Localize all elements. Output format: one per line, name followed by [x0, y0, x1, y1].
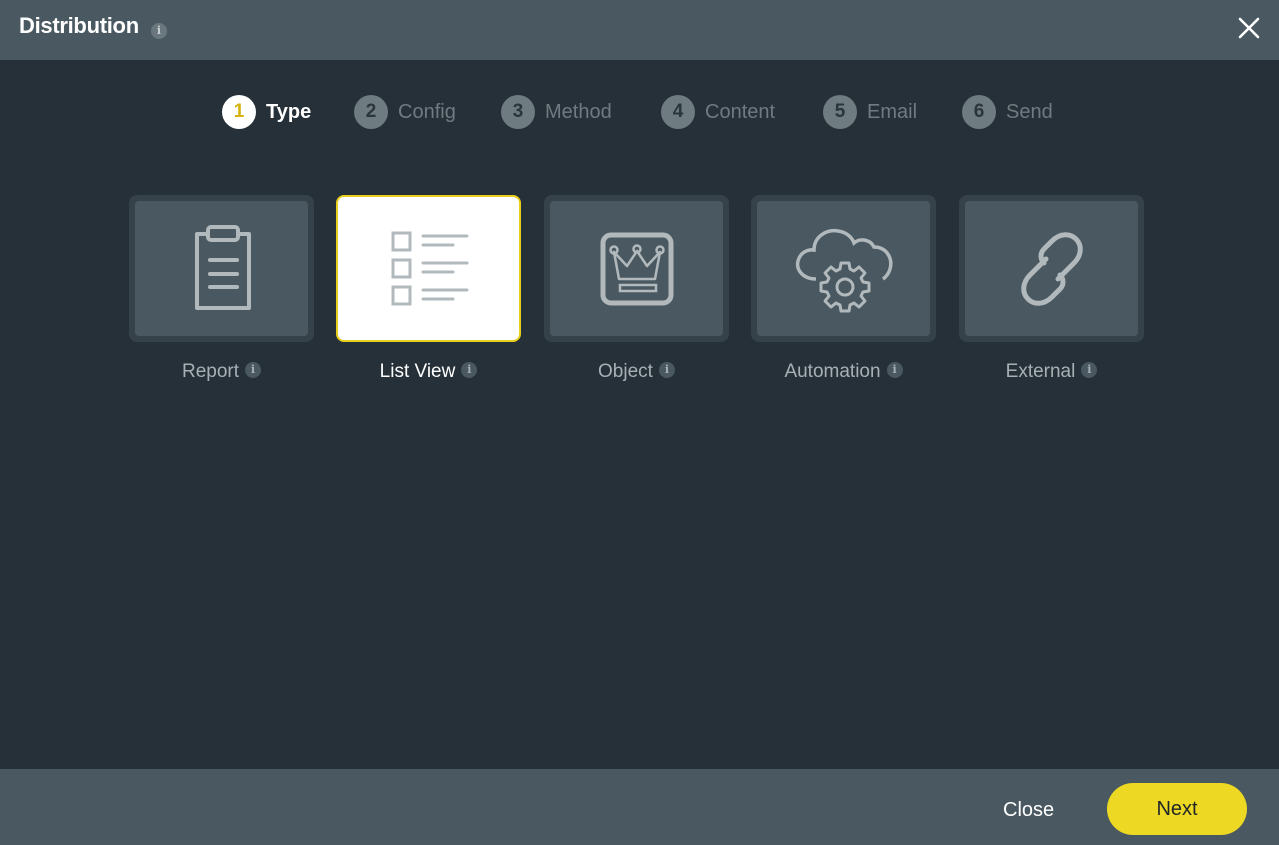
tile-label: Object i: [544, 361, 729, 383]
dialog-footer: Close Next: [0, 769, 1279, 845]
info-icon[interactable]: i: [461, 362, 478, 379]
list-view-tile[interactable]: [336, 195, 521, 342]
type-option-object: Object i: [544, 195, 729, 382]
external-label: External: [1005, 361, 1076, 382]
external-tile[interactable]: [959, 195, 1144, 342]
dialog-header: Distribution i: [0, 0, 1279, 60]
list-view-label: List View: [379, 361, 456, 382]
crown-icon: [600, 232, 673, 305]
info-icon[interactable]: i: [1081, 362, 1098, 379]
step-label: Config: [398, 100, 456, 123]
info-icon[interactable]: i: [886, 362, 903, 379]
step-label: Email: [867, 100, 918, 123]
step-number: 6: [962, 95, 996, 129]
step-method[interactable]: 3 Method: [501, 95, 612, 129]
tile-inner: [342, 201, 515, 336]
automation-tile[interactable]: [751, 195, 936, 342]
close-button[interactable]: Close: [1003, 799, 1054, 822]
tile-label: Report i: [129, 361, 314, 383]
report-label: Report: [181, 361, 240, 382]
automation-label: Automation: [784, 361, 881, 382]
link-icon: [1020, 231, 1083, 306]
type-option-report: Report i: [129, 195, 314, 382]
next-button[interactable]: Next: [1107, 783, 1247, 835]
info-icon[interactable]: i: [658, 362, 675, 379]
dialog-title: Distribution: [19, 13, 139, 38]
step-number: 4: [661, 95, 695, 129]
type-option-list-view: List View i: [336, 195, 521, 382]
tile-inner: [135, 201, 308, 336]
step-number: 3: [501, 95, 535, 129]
distribution-dialog: Distribution i 1 Type 2 Config 3 Method …: [0, 0, 1279, 845]
object-tile[interactable]: [544, 195, 729, 342]
step-content[interactable]: 4 Content: [661, 95, 776, 129]
tile-inner: [757, 201, 930, 336]
tile-label: List View i: [336, 361, 521, 383]
cloud-gear-icon: [795, 228, 892, 312]
checklist-icon: [391, 231, 468, 305]
step-label: Method: [545, 100, 612, 123]
step-email[interactable]: 5 Email: [823, 95, 918, 129]
step-number: 5: [823, 95, 857, 129]
tile-inner: [550, 201, 723, 336]
step-label: Send: [1006, 100, 1053, 123]
type-option-automation: Automation i: [751, 195, 936, 382]
info-icon[interactable]: i: [151, 23, 167, 39]
close-icon[interactable]: [1236, 15, 1262, 41]
type-option-external: External i: [959, 195, 1144, 382]
step-config[interactable]: 2 Config: [354, 95, 456, 129]
tile-label: Automation i: [751, 361, 936, 383]
wizard-steps: 1 Type 2 Config 3 Method 4 Content 5 Ema…: [0, 95, 1279, 129]
step-type[interactable]: 1 Type: [222, 95, 312, 129]
step-label: Type: [266, 100, 312, 123]
report-tile[interactable]: [129, 195, 314, 342]
step-number: 2: [354, 95, 388, 129]
step-label: Content: [705, 100, 776, 123]
step-number: 1: [222, 95, 256, 129]
object-label: Object: [598, 361, 653, 382]
info-icon[interactable]: i: [245, 362, 262, 379]
tile-inner: [965, 201, 1138, 336]
step-send[interactable]: 6 Send: [962, 95, 1053, 129]
tile-label: External i: [959, 361, 1144, 383]
clipboard-icon: [194, 224, 251, 310]
